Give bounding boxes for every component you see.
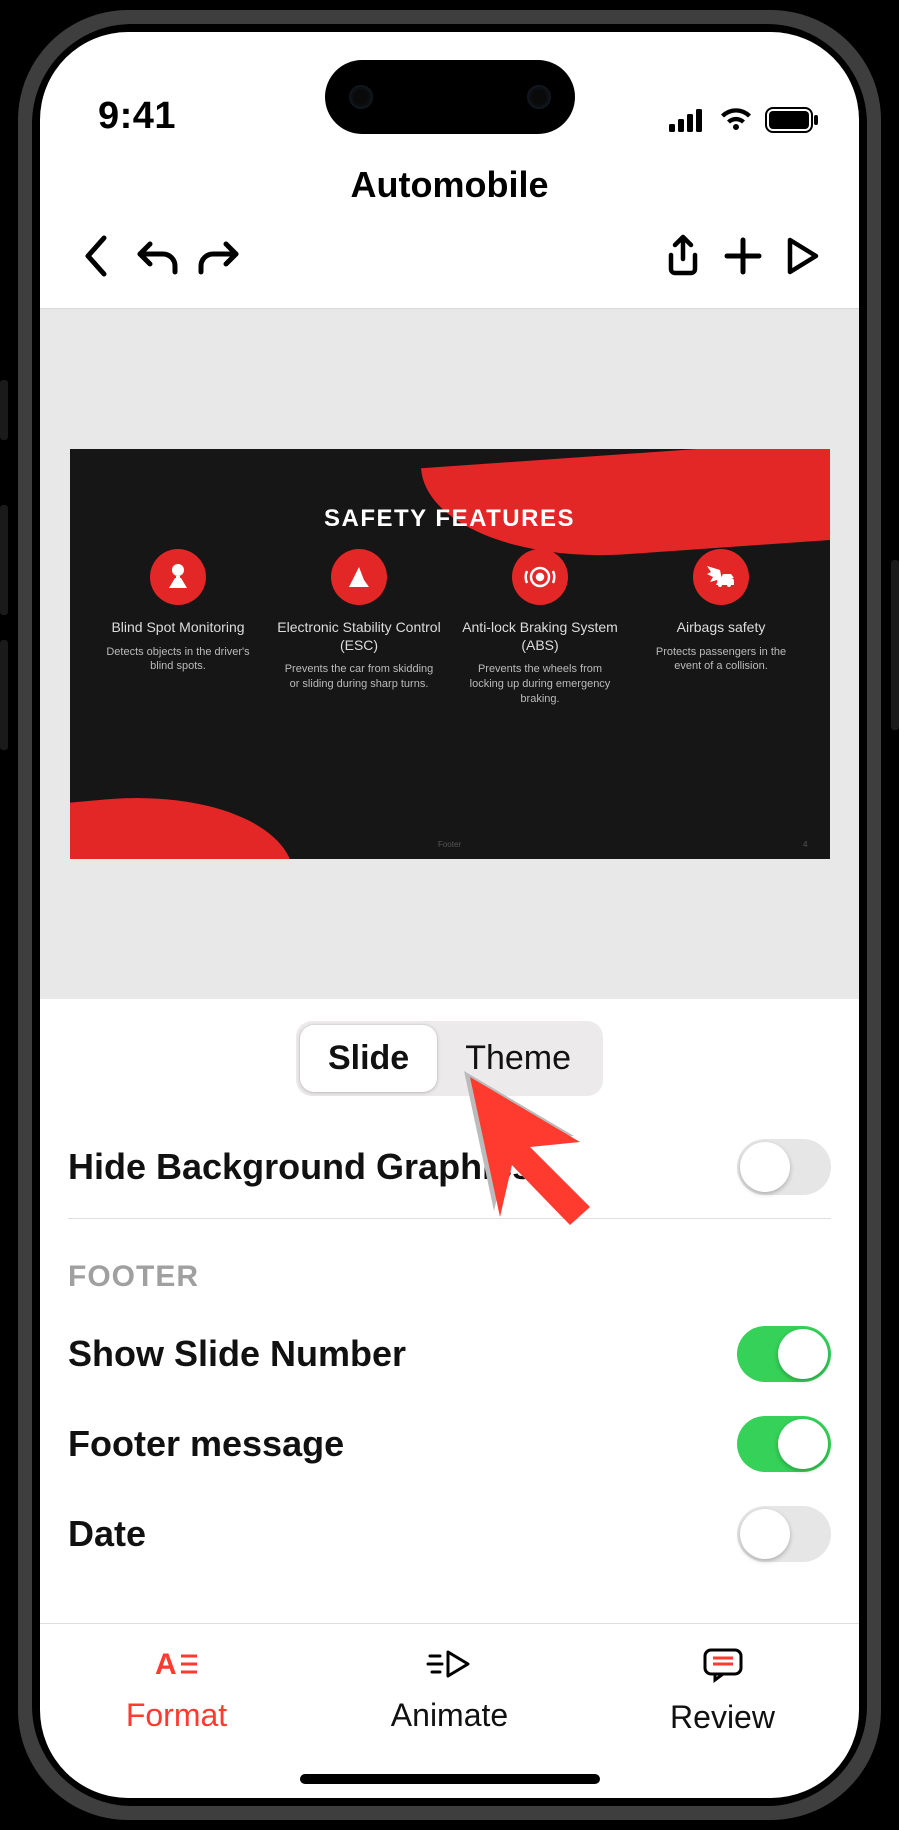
home-indicator[interactable]	[300, 1774, 600, 1784]
bottom-tabbar: A Format Animate Review	[40, 1623, 859, 1798]
status-time: 9:41	[98, 95, 176, 138]
back-button[interactable]	[66, 226, 126, 286]
slide-canvas[interactable]: SAFETY FEATURES Blind Spot Monitoring De…	[40, 309, 859, 999]
feature-title: Electronic Stability Control (ESC)	[277, 619, 442, 654]
cellular-icon	[669, 108, 707, 137]
page-title: Automobile	[40, 164, 859, 206]
date-toggle[interactable]	[737, 1506, 831, 1562]
hide-bg-toggle[interactable]	[737, 1139, 831, 1195]
feature-title: Blind Spot Monitoring	[96, 619, 261, 637]
review-icon	[701, 1646, 745, 1689]
share-button[interactable]	[653, 226, 713, 286]
feature-item: Airbags safety Protects passengers in th…	[639, 549, 804, 707]
tab-format-label: Format	[126, 1697, 227, 1734]
undo-button[interactable]	[128, 226, 188, 286]
add-button[interactable]	[713, 226, 773, 286]
format-icon: A	[155, 1646, 199, 1687]
dynamic-island	[325, 60, 575, 134]
tab-animate-label: Animate	[391, 1697, 508, 1734]
slide-number-text: 4	[803, 840, 807, 849]
feature-title: Anti-lock Braking System (ABS)	[458, 619, 623, 654]
pointer-arrow-icon	[460, 1067, 620, 1232]
airbag-icon	[150, 549, 206, 605]
tab-format[interactable]: A Format	[40, 1624, 313, 1798]
feature-desc: Prevents the car from skidding or slidin…	[277, 662, 442, 692]
feature-desc: Prevents the wheels from locking up duri…	[458, 662, 623, 707]
feature-title: Airbags safety	[639, 619, 804, 637]
play-button[interactable]	[773, 226, 833, 286]
svg-text:A: A	[155, 1648, 177, 1681]
tab-review[interactable]: Review	[586, 1624, 859, 1798]
crash-icon	[693, 549, 749, 605]
abs-icon	[512, 549, 568, 605]
row-hide-bg: Hide Background Graphics	[68, 1122, 831, 1212]
wifi-icon	[719, 108, 753, 137]
footer-message-toggle[interactable]	[737, 1416, 831, 1472]
show-slide-number-toggle[interactable]	[737, 1326, 831, 1382]
feature-item: Blind Spot Monitoring Detects objects in…	[96, 549, 261, 707]
date-label: Date	[68, 1513, 146, 1555]
footer-message-label: Footer message	[68, 1423, 344, 1465]
row-footer-message: Footer message	[68, 1399, 831, 1489]
feature-item: Anti-lock Braking System (ABS) Prevents …	[458, 549, 623, 707]
animate-icon	[426, 1646, 474, 1687]
redo-button[interactable]	[188, 226, 248, 286]
decorative-shape	[70, 784, 293, 859]
tab-review-label: Review	[670, 1699, 775, 1736]
show-slide-number-label: Show Slide Number	[68, 1333, 406, 1375]
feature-desc: Protects passengers in the event of a co…	[639, 645, 804, 675]
feature-desc: Detects objects in the driver's blind sp…	[96, 645, 261, 675]
battery-icon	[765, 107, 819, 138]
feature-item: Electronic Stability Control (ESC) Preve…	[277, 549, 442, 707]
slide-title: SAFETY FEATURES	[70, 505, 830, 533]
row-date: Date	[68, 1489, 831, 1579]
seg-slide[interactable]: Slide	[300, 1025, 437, 1092]
row-show-slide-number: Show Slide Number	[68, 1309, 831, 1399]
footer-section-label: FOOTER	[68, 1260, 199, 1294]
toolbar	[40, 216, 859, 309]
tab-animate[interactable]: Animate	[313, 1624, 586, 1798]
slide-preview[interactable]: SAFETY FEATURES Blind Spot Monitoring De…	[70, 449, 830, 859]
slide-footer-text: Footer	[438, 840, 461, 849]
stability-icon	[331, 549, 387, 605]
